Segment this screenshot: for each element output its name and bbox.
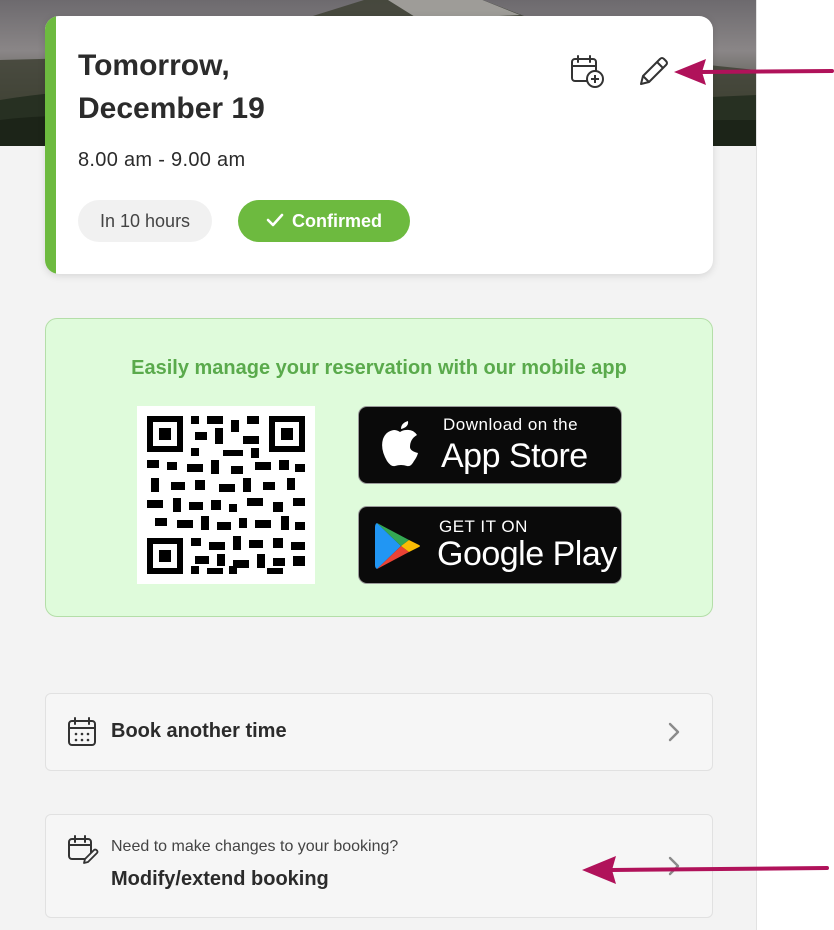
checkmark-icon xyxy=(266,211,284,232)
apple-icon xyxy=(379,421,425,476)
status-label: Confirmed xyxy=(292,210,382,231)
modify-booking-subtitle: Need to make changes to your booking? xyxy=(111,838,399,855)
mobile-app-promo: Easily manage your reservation with our … xyxy=(45,318,713,617)
status-badge: Confirmed xyxy=(238,200,410,242)
edit-booking-button[interactable] xyxy=(633,54,673,94)
booking-date-title: Tomorrow, December 19 xyxy=(78,44,408,130)
calendar-add-icon xyxy=(570,54,606,95)
booking-panel: Tomorrow, December 19 8.00 am - 9.00 am … xyxy=(0,0,757,930)
qr-code-image xyxy=(137,406,315,584)
app-promo-heading: Easily manage your reservation with our … xyxy=(131,357,627,379)
google-play-button[interactable]: GET IT ON Google Play xyxy=(358,506,622,584)
pencil-icon xyxy=(635,54,671,95)
booking-time-range: 8.00 am - 9.00 am xyxy=(78,149,246,171)
booking-date-line2: December 19 xyxy=(78,92,265,125)
app-store-big-text: App Store xyxy=(441,437,588,475)
relative-time-badge: In 10 hours xyxy=(78,200,213,242)
book-another-time-button[interactable]: Book another time xyxy=(45,693,713,771)
calendar-edit-icon xyxy=(67,835,99,870)
annotation-arrow xyxy=(580,853,830,892)
calendar-icon xyxy=(67,717,97,752)
booking-card: Tomorrow, December 19 8.00 am - 9.00 am … xyxy=(45,16,713,274)
google-play-big-text: Google Play xyxy=(437,535,617,573)
booking-date-line1: Tomorrow, xyxy=(78,49,230,82)
annotation-arrow xyxy=(672,57,834,94)
modify-booking-label: Modify/extend booking xyxy=(111,868,329,890)
app-store-small-text: Download on the xyxy=(443,415,579,434)
google-play-icon xyxy=(375,521,421,576)
book-another-time-label: Book another time xyxy=(111,720,287,742)
chevron-right-icon xyxy=(668,722,680,747)
app-store-button[interactable]: Download on the App Store xyxy=(358,406,622,484)
status-accent-bar xyxy=(45,16,56,274)
google-play-small-text: GET IT ON xyxy=(439,517,528,536)
add-to-calendar-button[interactable] xyxy=(568,54,608,94)
